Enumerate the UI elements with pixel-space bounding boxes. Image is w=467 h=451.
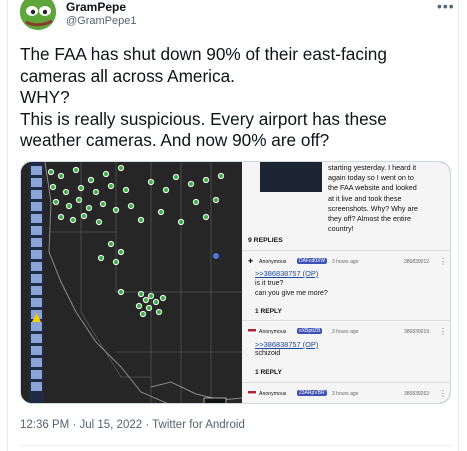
post-user: Anonymous bbox=[259, 259, 287, 265]
divider bbox=[20, 445, 452, 446]
post-quote-link[interactable]: >>386838757 (OP) bbox=[255, 269, 318, 278]
post-number[interactable]: 386839019 bbox=[404, 329, 429, 335]
post-time: 3 hours ago bbox=[332, 329, 359, 335]
post-menu-icon[interactable]: ⋮ bbox=[439, 257, 447, 266]
tweet-line: weather cameras. And now 90% are off? bbox=[20, 130, 330, 150]
post-id-badge[interactable]: eXBpttZB bbox=[297, 328, 323, 334]
op-line: again today so I went on to bbox=[328, 173, 414, 183]
op-line: country! bbox=[328, 224, 354, 234]
attached-image[interactable]: starting yesterday. I heard it again tod… bbox=[20, 161, 451, 404]
op-line: they off? Almost the entire bbox=[328, 214, 411, 224]
post-time: 3 hours ago bbox=[332, 391, 359, 397]
divider bbox=[242, 250, 450, 251]
plus-icon[interactable]: ✚ bbox=[248, 258, 253, 265]
us-flag-icon bbox=[248, 329, 256, 334]
divider bbox=[242, 382, 450, 383]
tweet-line: cameras all across America. bbox=[20, 65, 235, 86]
divider bbox=[242, 320, 450, 321]
forum-thread: starting yesterday. I heard it again tod… bbox=[242, 162, 450, 403]
op-line: the FAA website and looked bbox=[328, 183, 417, 193]
post-menu-icon[interactable]: ⋮ bbox=[439, 327, 447, 336]
scale-bar bbox=[203, 397, 227, 403]
tweet-meta: 12:36 PM · Jul 15, 2022 · Twitter for An… bbox=[20, 419, 245, 431]
tweet-line: The FAA has shut down 90% of their east-… bbox=[20, 44, 387, 64]
post-number[interactable]: 386839263 bbox=[404, 391, 429, 397]
post-user: Anonymous bbox=[259, 329, 287, 335]
tweet-time[interactable]: 12:36 PM bbox=[20, 419, 69, 431]
tweet-source[interactable]: Twitter for Android bbox=[152, 419, 245, 431]
post-time: 3 hours ago bbox=[332, 259, 359, 265]
op-text: starting yesterday. I heard it again tod… bbox=[328, 163, 418, 234]
post-quote-link[interactable]: >>386838757 (OP) bbox=[255, 340, 318, 349]
post-line: schizoid bbox=[255, 350, 281, 357]
post-number[interactable]: 386839012 bbox=[404, 259, 429, 265]
tweet-date[interactable]: Jul 15, 2022 bbox=[79, 419, 142, 431]
post-user: Anonymous bbox=[259, 391, 287, 397]
tweet-text: The FAA has shut down 90% of their east-… bbox=[20, 44, 440, 152]
post-id-badge[interactable]: 23ARpVBR bbox=[297, 390, 327, 396]
more-options-icon[interactable]: ••• bbox=[437, 0, 455, 14]
location-dot-icon bbox=[213, 253, 219, 259]
op-line: starting yesterday. I heard it bbox=[328, 163, 417, 172]
post-menu-icon[interactable]: ⋮ bbox=[439, 389, 447, 398]
op-line: at it live and took these bbox=[328, 193, 402, 203]
post-line: is it true? bbox=[255, 280, 284, 287]
author-handle[interactable]: @GramPepe1 bbox=[66, 15, 136, 27]
faa-camera-map bbox=[21, 162, 243, 403]
tweet-line: This is really suspicious. Every airport… bbox=[20, 108, 387, 129]
author-name[interactable]: GramPepe bbox=[66, 0, 126, 14]
us-map-graphic bbox=[21, 162, 243, 403]
post-line: can you give me more? bbox=[255, 290, 328, 297]
op-reply-count[interactable]: 9 REPLIES bbox=[248, 237, 283, 244]
post-reply-count[interactable]: 1 REPLY bbox=[255, 369, 282, 376]
post-id-badge[interactable]: DAFcd0XW bbox=[297, 258, 328, 264]
us-flag-icon bbox=[248, 391, 256, 396]
op-thumbnail bbox=[260, 162, 322, 192]
post-reply-count[interactable]: 1 REPLY bbox=[255, 308, 282, 315]
post-body: is it true? can you give me more? bbox=[255, 279, 328, 299]
op-line: screenshots. Why? Why are bbox=[328, 203, 418, 213]
tweet-line: WHY? bbox=[20, 87, 70, 107]
